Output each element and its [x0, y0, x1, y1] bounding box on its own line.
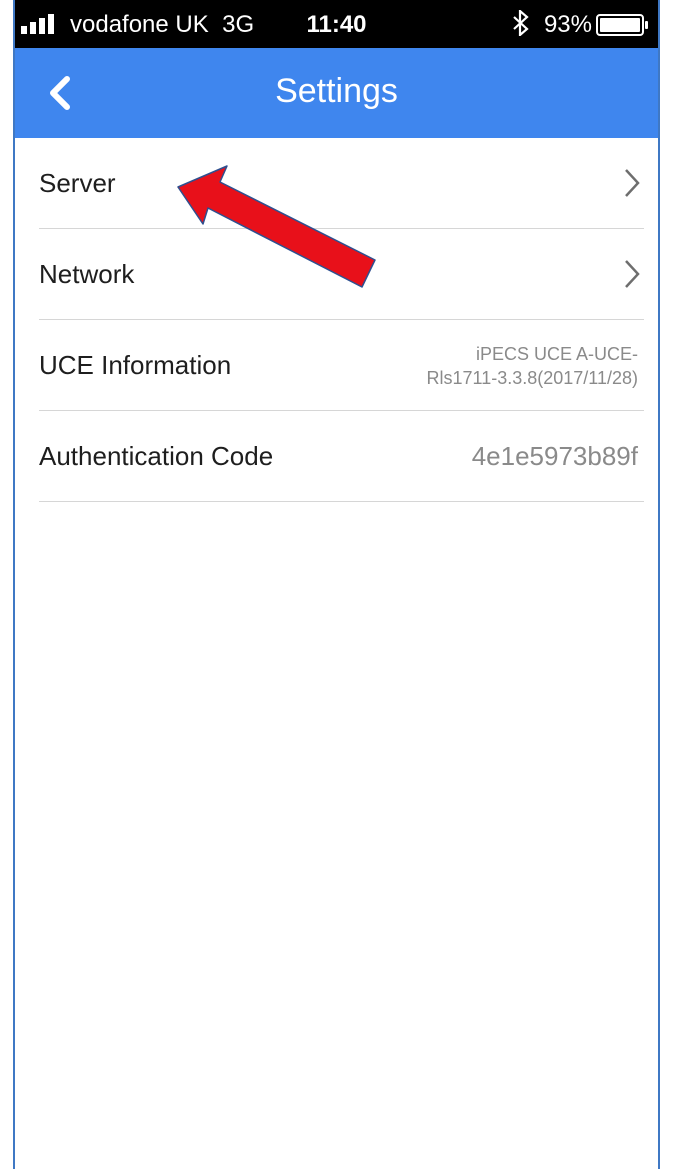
chevron-right-icon — [624, 259, 640, 289]
uce-info-value: iPECS UCE A-UCE- Rls1711-3.3.8(2017/11/2… — [427, 342, 638, 390]
chevron-right-icon — [624, 168, 640, 198]
status-bar: vodafone UK 3G 11:40 93% — [15, 0, 658, 48]
settings-row-authentication-code: Authentication Code 4e1e5973b89f — [39, 411, 644, 502]
uce-info-value-line1: iPECS UCE A-UCE- — [475, 344, 638, 364]
authentication-code-value: 4e1e5973b89f — [471, 441, 638, 471]
row-label: UCE Information — [39, 350, 232, 380]
row-label: Server — [39, 168, 116, 198]
red-arrow-annotation — [177, 165, 376, 288]
row-label: Authentication Code — [39, 441, 274, 471]
page-title: Settings — [275, 72, 398, 110]
navigation-bar: Settings — [15, 48, 658, 138]
battery-percent: 93% — [543, 11, 592, 38]
row-label: Network — [39, 259, 135, 289]
battery-icon — [596, 14, 650, 43]
uce-info-value-line2: Rls1711-3.3.8(2017/11/28) — [426, 368, 638, 388]
bluetooth-icon — [512, 8, 530, 43]
settings-row-uce-information: UCE Information iPECS UCE A-UCE- Rls1711… — [39, 320, 644, 411]
